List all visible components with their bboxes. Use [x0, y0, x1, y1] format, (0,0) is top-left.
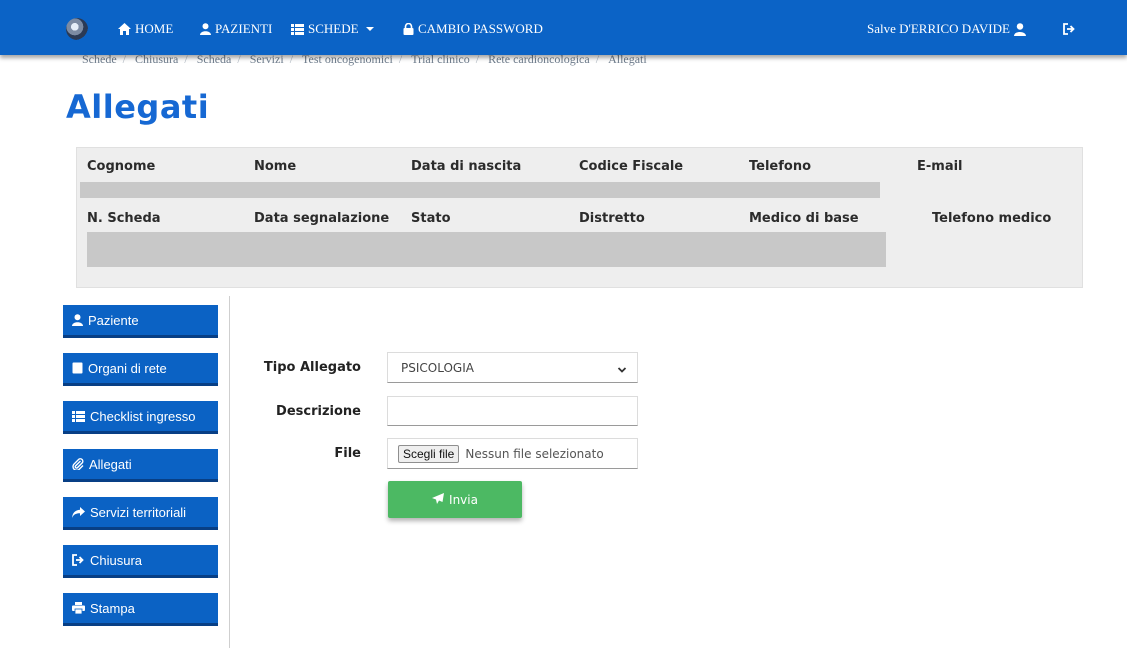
- header-stato: Stato: [411, 211, 451, 226]
- header-nome: Nome: [254, 159, 297, 174]
- redacted-patient-data: [80, 182, 880, 198]
- sidebar-item-label: Stampa: [90, 600, 135, 616]
- breadcrumb-item-current: Allegati: [608, 52, 647, 66]
- sidebar-item-allegati[interactable]: Allegati: [63, 449, 218, 482]
- user-greeting[interactable]: Salve D'ERRICO DAVIDE: [867, 20, 1026, 38]
- sidebar-divider: [229, 296, 230, 648]
- breadcrumb-item[interactable]: Schede: [82, 53, 117, 65]
- sidebar-item-paziente[interactable]: Paziente: [63, 305, 218, 338]
- sidebar-item-organi-di-rete[interactable]: Organi di rete: [63, 353, 218, 386]
- submit-button[interactable]: Invia: [388, 481, 522, 518]
- descrizione-label: Descrizione: [276, 404, 361, 419]
- top-navbar: HOME PAZIENTI SCHEDE CAMBIO PASSWORD Sal…: [0, 0, 1127, 55]
- print-icon: [72, 602, 85, 614]
- tipo-allegato-value: PSICOLOGIA: [401, 360, 474, 375]
- file-input[interactable]: Scegli file Nessun file selezionato: [387, 438, 638, 469]
- logout-button[interactable]: [1063, 20, 1076, 38]
- chevron-down-icon: [617, 363, 627, 377]
- header-distretto: Distretto: [579, 211, 645, 226]
- header-n-scheda: N. Scheda: [87, 211, 161, 226]
- nav-home[interactable]: HOME: [118, 20, 173, 38]
- nav-pazienti[interactable]: PAZIENTI: [200, 20, 272, 38]
- share-icon: [72, 506, 85, 518]
- nav-home-label: HOME: [135, 21, 174, 36]
- list-icon: [72, 410, 85, 422]
- sidebar-item-checklist-ingresso[interactable]: Checklist ingresso: [63, 401, 218, 434]
- header-data-segnalazione: Data segnalazione: [254, 211, 390, 226]
- header-cognome: Cognome: [87, 159, 156, 174]
- user-icon: [72, 314, 83, 326]
- sidebar-item-label: Paziente: [88, 312, 139, 328]
- breadcrumb-item[interactable]: Trial clinico: [411, 53, 470, 65]
- home-icon: [118, 23, 131, 35]
- breadcrumb-item[interactable]: Servizi: [250, 53, 284, 65]
- sidebar-item-stampa[interactable]: Stampa: [63, 593, 218, 626]
- choose-file-button[interactable]: Scegli file: [398, 444, 460, 463]
- redacted-scheda-data: [87, 232, 886, 267]
- header-data-nascita: Data di nascita: [411, 159, 522, 174]
- tipo-allegato-label: Tipo Allegato: [263, 360, 361, 375]
- send-icon: [432, 492, 445, 507]
- sidebar-item-label: Organi di rete: [88, 360, 167, 376]
- list-icon: [291, 23, 304, 35]
- sidebar-item-label: Checklist ingresso: [90, 408, 196, 424]
- descrizione-input[interactable]: [387, 396, 638, 426]
- file-status: Nessun file selezionato: [465, 446, 604, 461]
- header-email: E-mail: [917, 159, 963, 174]
- nav-cambio-password[interactable]: CAMBIO PASSWORD: [403, 20, 543, 38]
- patient-info-panel: Cognome Nome Data di nascita Codice Fisc…: [76, 147, 1083, 288]
- header-medico-di-base: Medico di base: [749, 211, 859, 226]
- breadcrumb-item[interactable]: Scheda: [197, 53, 232, 65]
- sidebar-item-label: Chiusura: [90, 552, 143, 568]
- sidebar-item-servizi-territoriali[interactable]: Servizi territoriali: [63, 497, 218, 530]
- tipo-allegato-select[interactable]: PSICOLOGIA: [387, 352, 638, 383]
- nav-pazienti-label: PAZIENTI: [215, 21, 273, 36]
- logo-icon[interactable]: [66, 18, 88, 40]
- file-label: File: [334, 446, 361, 461]
- header-telefono-medico: Telefono medico: [932, 211, 1052, 226]
- page-title: Allegati: [66, 88, 210, 126]
- nav-schede-dropdown[interactable]: SCHEDE: [291, 20, 374, 38]
- breadcrumb-item[interactable]: Test oncogenomici: [302, 53, 393, 65]
- paperclip-icon: [72, 458, 84, 470]
- sidebar-item-chiusura[interactable]: Chiusura: [63, 545, 218, 578]
- document-icon: [72, 362, 83, 374]
- breadcrumb-item[interactable]: Chiusura: [135, 53, 178, 65]
- sidebar-item-label: Allegati: [89, 456, 132, 472]
- breadcrumb-item[interactable]: Rete cardioncologica: [488, 53, 590, 65]
- header-telefono: Telefono: [749, 159, 812, 174]
- caret-down-icon: [365, 27, 374, 31]
- user-icon: [1013, 22, 1026, 36]
- header-codice-fiscale: Codice Fiscale: [579, 159, 684, 174]
- user-greeting-label: Salve D'ERRICO DAVIDE: [867, 21, 1010, 36]
- sign-out-icon: [72, 554, 85, 566]
- sidebar-item-label: Servizi territoriali: [90, 504, 187, 520]
- user-icon: [200, 23, 211, 35]
- lock-icon: [403, 23, 414, 35]
- submit-button-label: Invia: [449, 492, 478, 507]
- nav-cambio-password-label: CAMBIO PASSWORD: [418, 21, 543, 36]
- nav-schede-label: SCHEDE: [308, 21, 359, 36]
- sign-out-icon: [1063, 23, 1076, 35]
